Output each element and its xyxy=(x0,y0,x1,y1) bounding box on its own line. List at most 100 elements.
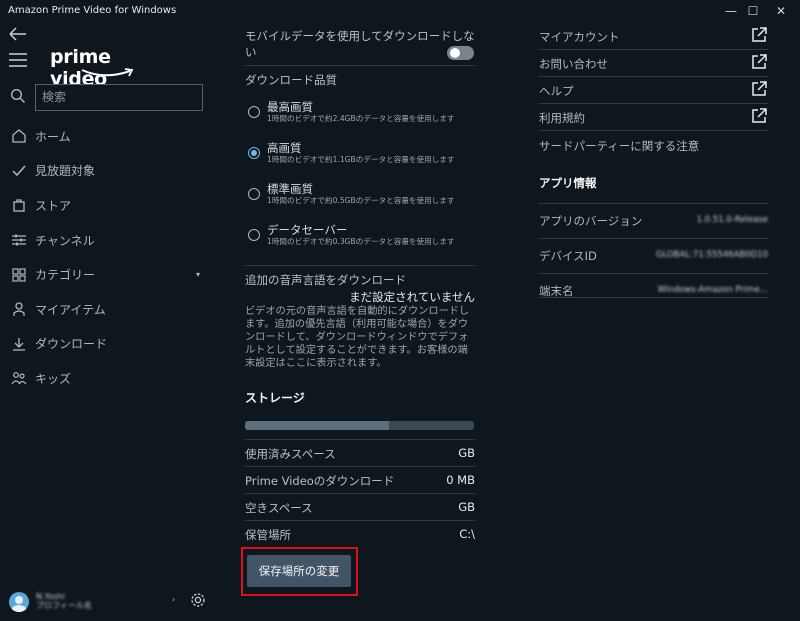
sidebar-item-label: 見放題対象 xyxy=(35,164,96,179)
sidebar-item-label: ダウンロード xyxy=(35,337,108,352)
grid-icon xyxy=(10,266,28,284)
app-info-heading: アプリ情報 xyxy=(539,176,597,190)
external-link-icon xyxy=(751,53,768,70)
app-info-value: 1.0.51.0-Release xyxy=(696,215,768,225)
storage-row-key: 保管場所 xyxy=(245,528,291,542)
storage-usage-bar xyxy=(245,421,474,430)
divider xyxy=(245,65,475,66)
divider xyxy=(539,130,768,131)
storage-row-downloads: Prime Videoのダウンロード 0 MB xyxy=(245,467,475,493)
quality-option-desc: 1時間のビデオで約0.3GBのデータと容量を使用します xyxy=(267,237,455,246)
mobile-data-label: モバイルデータを使用してダウンロードしない xyxy=(245,29,475,59)
app-info-row-device-id: デバイスID GLOBAL:71:55546AB0D10 xyxy=(539,241,768,275)
sidebar-item-downloads[interactable]: ダウンロード xyxy=(0,327,215,362)
link-label: マイアカウント xyxy=(539,30,620,44)
sidebar-item-store[interactable]: ストア xyxy=(0,188,215,223)
storage-row-value: 0 MB xyxy=(446,473,475,487)
quality-option-desc: 1時間のビデオで約1.1GBのデータと容量を使用します xyxy=(267,155,455,164)
storage-usage-fill xyxy=(245,421,390,430)
quality-option-title: 最高画質 xyxy=(267,100,313,114)
divider xyxy=(539,238,768,239)
app-info-value: Windows-Amazon Prime... xyxy=(657,285,768,295)
shopping-bag-icon xyxy=(10,196,28,214)
home-icon xyxy=(10,127,28,145)
sliders-icon xyxy=(10,231,28,249)
back-arrow-icon[interactable] xyxy=(8,26,28,42)
sidebar-item-label: マイアイテム xyxy=(35,302,106,317)
sidebar-item-label: チャンネル xyxy=(35,233,95,248)
sidebar-item-label: キッズ xyxy=(35,371,72,386)
download-icon xyxy=(10,335,28,353)
quality-radio-standard[interactable] xyxy=(248,188,260,200)
sidebar-item-my-items[interactable]: マイアイテム xyxy=(0,292,215,327)
external-link-icon xyxy=(751,26,768,43)
close-button[interactable]: ✕ xyxy=(758,0,800,22)
sidebar-item-channels[interactable]: チャンネル xyxy=(0,223,215,258)
hamburger-menu-icon[interactable] xyxy=(8,52,28,68)
audio-language-value[interactable]: まだ設定されていません xyxy=(245,289,475,305)
divider xyxy=(245,265,475,266)
link-label: 利用規約 xyxy=(539,111,585,125)
quality-option-title: 高画質 xyxy=(267,141,302,155)
audio-language-desc: ビデオの元の音声言語を自動的にダウンロードします。追加の優先言語（利用可能な場合… xyxy=(245,306,470,369)
link-contact-us[interactable]: お問い合わせ xyxy=(539,50,768,77)
storage-row-free: 空きスペース GB xyxy=(245,494,475,520)
sidebar: prime video 検索 ホーム 見放題対象 ストア チャンネル カテゴリー xyxy=(0,22,215,621)
storage-row-location: 保管場所 C:\ xyxy=(245,521,475,547)
check-icon xyxy=(10,162,28,180)
chevron-down-icon[interactable]: ▾ xyxy=(196,270,200,279)
sidebar-item-label: ホーム xyxy=(35,129,71,144)
sidebar-nav: ホーム 見放題対象 ストア チャンネル カテゴリー ▾ マイアイテム ダウンロー… xyxy=(0,119,215,396)
profile-name-line: プロフィール名 xyxy=(36,601,92,610)
link-help[interactable]: ヘルプ xyxy=(539,77,768,104)
storage-row-key: 空きスペース xyxy=(245,501,313,515)
quality-radio-data-saver[interactable] xyxy=(248,229,260,241)
app-info-row-device-name: 端末名 Windows-Amazon Prime... xyxy=(539,276,768,310)
storage-row-key: Prime Videoのダウンロード xyxy=(245,474,395,488)
app-info-key: デバイスID xyxy=(539,249,597,263)
profile-name-line: N.Yoshi xyxy=(36,592,65,601)
smile-arrow-icon xyxy=(81,68,134,77)
sidebar-item-categories[interactable]: カテゴリー ▾ xyxy=(0,257,215,292)
app-info-value: GLOBAL:71:55546AB0D10 xyxy=(655,250,768,260)
quality-option-title: 標準画質 xyxy=(267,182,313,196)
external-link-icon xyxy=(751,80,768,97)
person-icon xyxy=(10,300,28,318)
link-my-account[interactable]: マイアカウント xyxy=(539,23,768,50)
quality-option-desc: 1時間のビデオで約0.5GBのデータと容量を使用します xyxy=(267,196,455,205)
link-label: お問い合わせ xyxy=(539,57,608,71)
quality-radio-best[interactable] xyxy=(248,106,260,118)
storage-row-key: 使用済みスペース xyxy=(245,447,336,461)
audio-language-label: 追加の音声言語をダウンロード xyxy=(245,273,406,287)
search-input[interactable]: 検索 xyxy=(35,84,203,111)
mobile-data-toggle[interactable] xyxy=(447,46,474,60)
storage-row-used: 使用済みスペース GB xyxy=(245,440,475,466)
chevron-right-icon[interactable]: › xyxy=(172,595,175,604)
storage-row-value: C:\ xyxy=(459,527,475,541)
divider xyxy=(539,297,768,298)
gear-icon[interactable] xyxy=(189,591,207,609)
divider xyxy=(539,203,768,204)
storage-row-value: GB xyxy=(458,446,475,460)
highlight-box xyxy=(241,547,358,596)
avatar[interactable] xyxy=(9,592,29,612)
profile-name: N.Yoshi プロフィール名 xyxy=(36,592,92,610)
link-terms[interactable]: 利用規約 xyxy=(539,104,768,131)
title-bar: Amazon Prime Video for Windows — ☐ ✕ xyxy=(0,0,800,22)
link-label: ヘルプ xyxy=(539,84,574,98)
sidebar-item-home[interactable]: ホーム xyxy=(0,119,215,154)
quality-radio-high[interactable] xyxy=(248,147,260,159)
download-quality-label: ダウンロード品質 xyxy=(245,73,337,87)
sidebar-item-included[interactable]: 見放題対象 xyxy=(0,154,215,189)
third-party-notice-link[interactable]: サードパーティーに関する注意 xyxy=(539,138,699,154)
sidebar-item-kids[interactable]: キッズ xyxy=(0,361,215,396)
sidebar-item-label: カテゴリー xyxy=(35,268,96,283)
window-title: Amazon Prime Video for Windows xyxy=(8,5,177,16)
divider xyxy=(539,273,768,274)
sidebar-item-label: ストア xyxy=(35,198,72,213)
app-info-row-version: アプリのバージョン 1.0.51.0-Release xyxy=(539,206,768,240)
external-link-icon xyxy=(751,107,768,124)
storage-row-value: GB xyxy=(458,500,475,514)
quality-option-title: データセーバー xyxy=(267,223,348,237)
profile-switcher[interactable]: N.Yoshi プロフィール名 › xyxy=(0,587,215,621)
